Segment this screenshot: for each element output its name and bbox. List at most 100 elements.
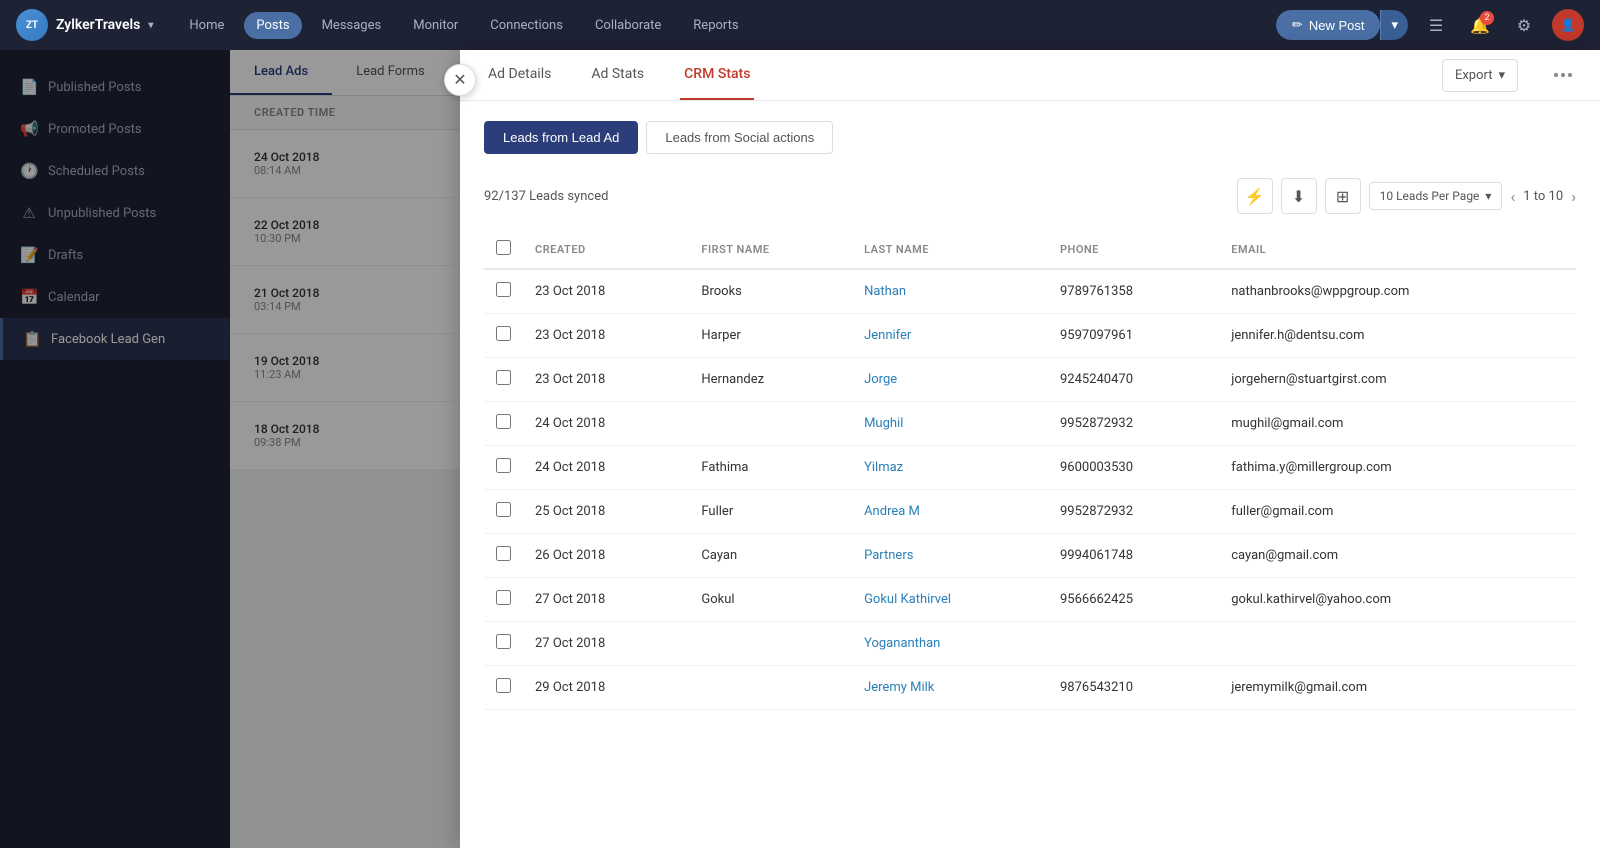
download-button[interactable]: ⬇: [1281, 178, 1317, 214]
row-phone: 9600003530: [1048, 446, 1219, 490]
tab-leads-from-social-actions[interactable]: Leads from Social actions: [646, 121, 833, 154]
new-post-button[interactable]: ✏ New Post: [1276, 10, 1381, 40]
table-row[interactable]: 29 Oct 2018 Jeremy Milk 9876543210 jerem…: [484, 666, 1576, 710]
new-post-dropdown-button[interactable]: ▾: [1380, 10, 1408, 40]
row-email: jeremymilk@gmail.com: [1219, 666, 1576, 710]
row-checkbox-cell: [484, 666, 523, 710]
row-last-name: Jorge: [852, 358, 1048, 402]
row-checkbox[interactable]: [496, 678, 511, 693]
brand-chevron-icon: ▾: [148, 20, 153, 31]
crm-stats-modal: ✕ Ad Details Ad Stats CRM Stats Export ▾…: [460, 50, 1600, 848]
nav-posts[interactable]: Posts: [244, 12, 301, 39]
lead-name-link[interactable]: Gokul Kathirvel: [864, 592, 951, 607]
notification-badge: 2: [1480, 11, 1494, 25]
table-row[interactable]: 24 Oct 2018 Fathima Yilmaz 9600003530 fa…: [484, 446, 1576, 490]
row-checkbox[interactable]: [496, 634, 511, 649]
lead-name-link[interactable]: Nathan: [864, 284, 906, 299]
table-row[interactable]: 23 Oct 2018 Harper Jennifer 9597097961 j…: [484, 314, 1576, 358]
table-row[interactable]: 24 Oct 2018 Mughil 9952872932 mughil@gma…: [484, 402, 1576, 446]
row-checkbox-cell: [484, 578, 523, 622]
lead-name-link[interactable]: Andrea M: [864, 504, 920, 519]
new-post-label: New Post: [1309, 18, 1365, 33]
row-phone: 9597097961: [1048, 314, 1219, 358]
row-checkbox[interactable]: [496, 458, 511, 473]
nav-right: ✏ New Post ▾ ☰ 🔔 2 ⚙ 👤: [1276, 9, 1584, 41]
export-button[interactable]: Export ▾: [1442, 59, 1518, 92]
table-row[interactable]: 23 Oct 2018 Hernandez Jorge 9245240470 j…: [484, 358, 1576, 402]
next-page-button[interactable]: ›: [1571, 187, 1576, 206]
row-phone: 9952872932: [1048, 402, 1219, 446]
nav-reports[interactable]: Reports: [681, 12, 750, 39]
nav-messages[interactable]: Messages: [310, 12, 394, 39]
select-all-cell: [484, 230, 523, 269]
row-last-name: Partners: [852, 534, 1048, 578]
col-phone: PHONE: [1048, 230, 1219, 269]
row-phone: 9952872932: [1048, 490, 1219, 534]
table-row[interactable]: 23 Oct 2018 Brooks Nathan 9789761358 nat…: [484, 269, 1576, 314]
row-checkbox[interactable]: [496, 326, 511, 341]
settings-button[interactable]: ⚙: [1508, 9, 1540, 41]
tab-ad-stats[interactable]: Ad Stats: [587, 50, 648, 100]
row-checkbox-cell: [484, 490, 523, 534]
download-icon: ⬇: [1292, 187, 1305, 206]
pencil-icon: ✏: [1292, 17, 1303, 33]
row-checkbox-cell: [484, 314, 523, 358]
nav-monitor[interactable]: Monitor: [401, 12, 470, 39]
row-created: 24 Oct 2018: [523, 446, 689, 490]
table-row[interactable]: 26 Oct 2018 Cayan Partners 9994061748 ca…: [484, 534, 1576, 578]
table-header-row: CREATED FIRST NAME LAST NAME PHONE EMAIL: [484, 230, 1576, 269]
table-row[interactable]: 27 Oct 2018 Yogananthan: [484, 622, 1576, 666]
grid-icon: ⊞: [1336, 187, 1349, 206]
row-email: fuller@gmail.com: [1219, 490, 1576, 534]
nav-home[interactable]: Home: [177, 12, 236, 39]
lead-name-link[interactable]: Jennifer: [864, 328, 911, 343]
row-created: 29 Oct 2018: [523, 666, 689, 710]
more-dot: [1561, 73, 1565, 77]
lead-name-link[interactable]: Partners: [864, 548, 913, 563]
row-checkbox[interactable]: [496, 282, 511, 297]
notifications-button[interactable]: 🔔 2: [1464, 9, 1496, 41]
row-checkbox-cell: [484, 358, 523, 402]
lead-name-link[interactable]: Jorge: [864, 372, 897, 387]
row-checkbox[interactable]: [496, 502, 511, 517]
gear-icon: ⚙: [1517, 16, 1531, 35]
nav-connections[interactable]: Connections: [478, 12, 575, 39]
close-modal-button[interactable]: ✕: [444, 64, 476, 96]
row-checkbox[interactable]: [496, 546, 511, 561]
row-phone: 9789761358: [1048, 269, 1219, 314]
chevron-down-icon: ▾: [1498, 68, 1505, 83]
table-row[interactable]: 27 Oct 2018 Gokul Gokul Kathirvel 956666…: [484, 578, 1576, 622]
row-email: [1219, 622, 1576, 666]
tab-ad-details[interactable]: Ad Details: [484, 50, 555, 100]
brand-name: ZylkerTravels: [56, 17, 140, 33]
prev-page-button[interactable]: ‹: [1510, 187, 1515, 206]
tab-leads-from-lead-ad[interactable]: Leads from Lead Ad: [484, 121, 638, 154]
nav-collaborate[interactable]: Collaborate: [583, 12, 673, 39]
row-phone: 9566662425: [1048, 578, 1219, 622]
source-tab-group: Leads from Lead Ad Leads from Social act…: [484, 121, 1576, 154]
hamburger-menu-button[interactable]: ☰: [1420, 9, 1452, 41]
lead-name-link[interactable]: Mughil: [864, 416, 903, 431]
per-page-dropdown[interactable]: 10 Leads Per Page ▾: [1369, 182, 1503, 210]
row-email: gokul.kathirvel@yahoo.com: [1219, 578, 1576, 622]
row-checkbox[interactable]: [496, 370, 511, 385]
brand-logo-container[interactable]: ZT ZylkerTravels ▾: [16, 9, 153, 41]
lead-name-link[interactable]: Yogananthan: [864, 636, 940, 651]
more-options-button[interactable]: [1550, 69, 1576, 81]
tab-crm-stats[interactable]: CRM Stats: [680, 50, 754, 100]
row-email: nathanbrooks@wppgroup.com: [1219, 269, 1576, 314]
row-created: 23 Oct 2018: [523, 358, 689, 402]
user-avatar[interactable]: 👤: [1552, 9, 1584, 41]
lead-name-link[interactable]: Jeremy Milk: [864, 680, 934, 695]
grid-view-button[interactable]: ⊞: [1325, 178, 1361, 214]
row-checkbox[interactable]: [496, 590, 511, 605]
select-all-checkbox[interactable]: [496, 240, 511, 255]
row-first-name: Hernandez: [689, 358, 852, 402]
lead-name-link[interactable]: Yilmaz: [864, 460, 903, 475]
row-checkbox[interactable]: [496, 414, 511, 429]
filter-button[interactable]: ⚡: [1237, 178, 1273, 214]
table-row[interactable]: 25 Oct 2018 Fuller Andrea M 9952872932 f…: [484, 490, 1576, 534]
row-created: 23 Oct 2018: [523, 314, 689, 358]
row-first-name: Gokul: [689, 578, 852, 622]
row-checkbox-cell: [484, 534, 523, 578]
